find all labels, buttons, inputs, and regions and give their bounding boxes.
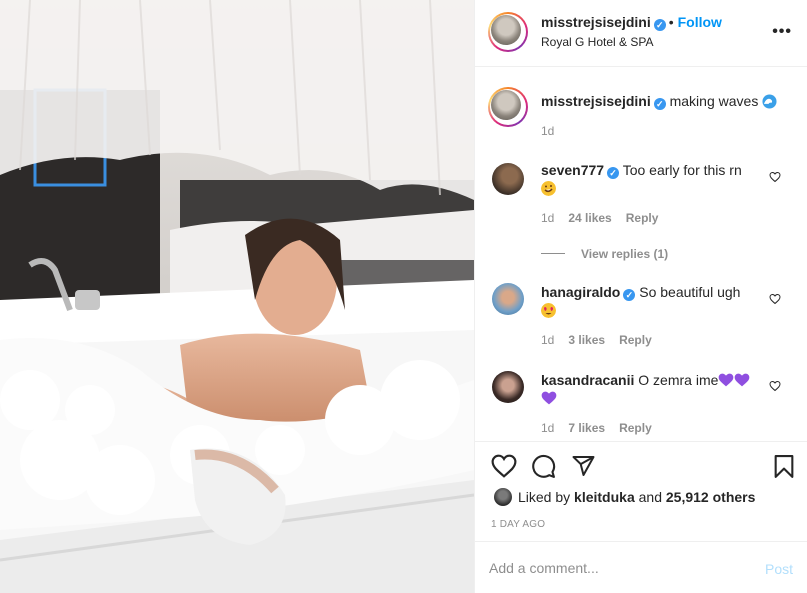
post-actions: Liked by kleitduka and 25,912 others 1 D… [475, 441, 807, 542]
add-comment-input[interactable] [489, 556, 739, 580]
author-username[interactable]: misstrejsisejdini [541, 14, 651, 30]
caption-username[interactable]: misstrejsisejdini [541, 93, 651, 109]
caption-avatar[interactable] [488, 87, 528, 127]
post-timestamp[interactable]: 1 DAY AGO [491, 519, 545, 530]
comment-likes[interactable]: 7 likes [568, 421, 605, 435]
commenter-username[interactable]: kasandracanii [541, 372, 634, 388]
verified-badge-icon: ✓ [607, 167, 620, 179]
add-comment-bar: Post [475, 541, 807, 593]
save-bookmark-icon[interactable] [773, 454, 795, 479]
caption-text: making waves [669, 93, 759, 109]
reply-button[interactable]: Reply [619, 421, 652, 435]
replies-divider [541, 253, 565, 255]
post-photo[interactable] [0, 0, 474, 593]
liker-username[interactable]: kleitduka [574, 489, 635, 505]
comments-section[interactable]: misstrejsisejdini ✓ making waves 1d seven… [475, 67, 807, 441]
commenter-avatar[interactable] [492, 163, 524, 195]
reply-button[interactable]: Reply [619, 333, 652, 347]
verified-badge-icon: ✓ [623, 289, 636, 301]
like-heart-icon[interactable] [491, 454, 517, 478]
separator-dot: • [668, 14, 674, 30]
likes-summary: Liked by kleitduka and 25,912 others [494, 488, 755, 506]
purple-heart-emoji-icon [541, 391, 557, 405]
comment-likes[interactable]: 3 likes [568, 333, 605, 347]
share-icon[interactable] [571, 454, 596, 478]
rolling-laughing-emoji-icon [541, 181, 556, 196]
comment-text: O zemra ime [638, 372, 719, 388]
verified-badge-icon: ✓ [653, 98, 666, 110]
reply-button[interactable]: Reply [626, 211, 659, 225]
likes-count[interactable]: 25,912 others [666, 489, 756, 505]
like-comment-heart-icon[interactable] [769, 380, 781, 392]
post-photo-image [0, 0, 474, 593]
wave-emoji-icon [762, 94, 777, 109]
commenter-username[interactable]: hanagiraldo [541, 284, 620, 300]
comment-time[interactable]: 1d [541, 421, 554, 435]
heart-eyes-emoji-icon [541, 303, 556, 318]
view-replies[interactable]: View replies (1) [541, 245, 668, 263]
like-comment-heart-icon[interactable] [769, 171, 781, 183]
caption-time[interactable]: 1d [541, 124, 554, 138]
liker-avatar[interactable] [494, 488, 512, 506]
commenter-avatar[interactable] [492, 371, 524, 403]
comment-icon[interactable] [531, 454, 556, 479]
commenter-username[interactable]: seven777 [541, 162, 604, 178]
like-comment-heart-icon[interactable] [769, 293, 781, 305]
post-location[interactable]: Royal G Hotel & SPA [541, 35, 654, 49]
comment-text: Too early for this rn [622, 162, 742, 178]
comment-time[interactable]: 1d [541, 211, 554, 225]
purple-heart-emoji-icon [719, 373, 734, 387]
follow-button[interactable]: Follow [678, 14, 722, 30]
likes-middle: and [638, 489, 662, 505]
view-replies-label[interactable]: View replies (1) [581, 247, 668, 261]
post-comment-button[interactable]: Post [765, 561, 793, 577]
post-side-panel: misstrejsisejdini ✓ • Follow Royal G Hotel … [474, 0, 807, 593]
comment-likes[interactable]: 24 likes [568, 211, 611, 225]
post-header: misstrejsisejdini ✓ • Follow Royal G Hotel … [475, 0, 807, 67]
comment-text: So beautiful ugh [639, 284, 741, 300]
more-options-icon[interactable]: ••• [772, 23, 792, 41]
purple-heart-emoji-icon [735, 373, 750, 387]
commenter-avatar[interactable] [492, 283, 524, 315]
likes-prefix: Liked by [518, 489, 571, 505]
verified-badge-icon: ✓ [653, 19, 666, 31]
author-avatar[interactable] [488, 12, 528, 52]
comment-time[interactable]: 1d [541, 333, 554, 347]
